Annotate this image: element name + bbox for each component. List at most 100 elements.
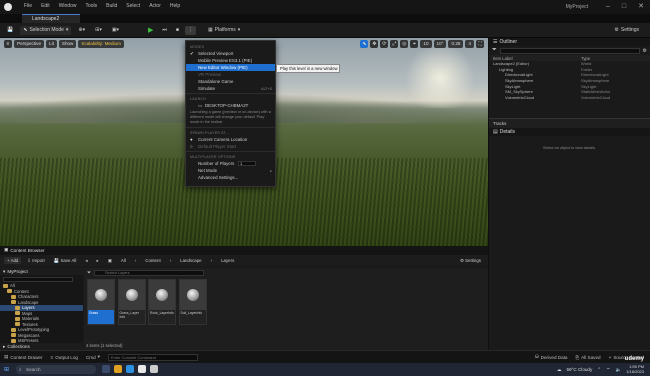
derived-data-button[interactable]: ⛁ Derived Data — [535, 354, 568, 360]
menu-actor[interactable]: Actor — [149, 3, 161, 9]
menu-tools[interactable]: Tools — [85, 3, 97, 9]
forward-icon[interactable]: ▸ — [94, 257, 102, 264]
translate-icon[interactable]: ✥ — [370, 40, 379, 48]
breadcrumb-landscape[interactable]: Landscape — [177, 257, 204, 264]
cb-settings-button[interactable]: ⚙ Settings — [457, 257, 484, 264]
menu-mobile-preview[interactable]: Mobile Preview ES3.1 (PIE) — [186, 57, 275, 64]
menu-selected-viewport[interactable]: ✔ Selected Viewport — [186, 50, 275, 57]
add-actor-button[interactable]: ⊕▾ — [75, 26, 88, 35]
camera-speed-value[interactable]: 4 — [465, 40, 474, 48]
save-icon[interactable]: 💾 — [4, 26, 16, 35]
settings-icon[interactable]: ⚙ — [643, 48, 647, 54]
cinematics-button[interactable]: ▣▾ — [109, 26, 122, 35]
viewport-menu-icon[interactable]: ≡ — [4, 40, 12, 48]
menu-edit[interactable]: Edit — [41, 3, 50, 9]
scalability-warning[interactable]: Scalability: Medium — [78, 40, 124, 48]
level-tab[interactable]: Landscape2 — [22, 14, 80, 23]
wifi-icon[interactable]: ⌔ — [606, 367, 610, 373]
menu-net-mode[interactable]: Net Mode ▸ — [186, 167, 275, 174]
unreal-taskbar-icon[interactable] — [150, 365, 158, 373]
outliner-search-input[interactable] — [499, 47, 640, 54]
weather-text[interactable]: 59°C Cloudy — [566, 367, 592, 372]
play-icon[interactable]: ▶ — [145, 26, 156, 35]
menu-window[interactable]: Window — [59, 3, 77, 9]
filter-icon[interactable]: ⏷ — [87, 270, 91, 276]
minimize-icon[interactable]: – — [606, 3, 610, 10]
menu-current-camera[interactable]: ● Current Camera Location — [186, 136, 275, 143]
asset-thumbnail — [179, 280, 206, 310]
back-icon[interactable]: ◂ — [82, 257, 90, 264]
sources-panel: ▾ MyProject All Content Characters Landscap… — [0, 268, 83, 343]
perspective-button[interactable]: Perspective — [14, 40, 45, 48]
collections-header[interactable]: ▸ Collections — [0, 343, 83, 350]
add-button[interactable]: + Add — [4, 257, 22, 264]
selection-mode-button[interactable]: ⬉ Selection Mode ▾ — [20, 26, 72, 35]
menu-default-player-start[interactable]: ○ Default Player Start — [186, 143, 275, 150]
type-column[interactable]: Type — [581, 56, 590, 61]
rotation-snap-value[interactable]: 10° — [433, 40, 447, 48]
close-icon[interactable]: ✕ — [638, 2, 644, 10]
import-button[interactable]: ⇩ Import — [24, 257, 47, 264]
menu-new-editor-window[interactable]: New Editor Window (PIE) — [186, 64, 275, 71]
clock[interactable]: 1:55 PM 1/16/2023 — [626, 364, 644, 374]
outliner-row[interactable]: VolumetricCloud VolumetricCloud — [489, 95, 650, 101]
task-view-icon[interactable] — [102, 365, 110, 373]
menu-simulate[interactable]: Simulate ALT+S — [186, 85, 275, 92]
asset-tile[interactable]: Grass_Layer Info — [117, 279, 146, 325]
content-browser-tab[interactable]: ▣ Content Browser — [4, 247, 45, 253]
menu-file[interactable]: File — [24, 3, 32, 9]
menu-build[interactable]: Build — [106, 3, 117, 9]
stop-icon[interactable]: ■ — [173, 26, 182, 35]
platforms-button[interactable]: ▦ Platforms ▾ — [205, 26, 243, 35]
cmd-dropdown[interactable]: Cmd ▾ — [86, 354, 100, 360]
console-command-input[interactable]: Enter Console Command — [107, 353, 198, 361]
scale-icon[interactable]: ⤢ — [390, 40, 399, 48]
file-explorer-icon[interactable] — [114, 365, 122, 373]
lit-button[interactable]: Lit — [46, 40, 57, 48]
menu-device[interactable]: ▭ DESKTOP-CHBMA2T — [186, 102, 275, 109]
edge-icon[interactable] — [126, 365, 134, 373]
number-of-players-input[interactable]: 1 — [238, 161, 256, 166]
tracks-panel[interactable]: Tracks — [489, 118, 650, 128]
menu-vr-preview[interactable]: VR Preview — [186, 71, 275, 78]
filter-icon[interactable]: ⏷ — [492, 47, 497, 54]
menu-help[interactable]: Help — [170, 3, 180, 9]
save-all-button[interactable]: 💾 Save All — [51, 257, 80, 264]
surface-snap-icon[interactable]: ⌖ — [410, 40, 419, 48]
show-button[interactable]: Show — [58, 40, 77, 48]
folder-icon — [11, 338, 16, 343]
asset-tile[interactable]: Rock_LayerInfo — [148, 279, 176, 325]
scale-snap-value[interactable]: 0.25 — [448, 40, 464, 48]
asset-tile[interactable]: Soil_LayerInfo — [178, 279, 207, 325]
maximize-icon[interactable]: □ — [622, 3, 626, 10]
rotate-icon[interactable]: ⟳ — [380, 40, 389, 48]
windows-start-icon[interactable]: ⊞ — [4, 366, 9, 373]
content-drawer-button[interactable]: ▤ Content Drawer — [4, 354, 43, 360]
item-label-column[interactable]: Item Label — [493, 56, 581, 61]
maximize-viewport-icon[interactable]: ⛶ — [476, 40, 484, 48]
select-mode-icon[interactable]: ⬉ — [360, 40, 369, 48]
taskbar-search-box[interactable]: ⌕ Search — [16, 365, 96, 374]
chevron-up-icon[interactable]: ⌃ — [597, 367, 601, 373]
asset-search-input[interactable]: Search Layers — [94, 269, 205, 276]
grid-snap-value[interactable]: 10 — [420, 40, 432, 48]
settings-button[interactable]: ⚙ Settings — [611, 26, 642, 35]
folder-search-input[interactable] — [3, 276, 73, 282]
breadcrumb-all[interactable]: All — [118, 257, 129, 264]
blueprint-button[interactable]: ⊞▾ — [92, 26, 105, 35]
chrome-icon[interactable] — [138, 365, 146, 373]
volume-icon[interactable]: 🔈 — [615, 367, 621, 373]
collapse-icon[interactable]: ▾ — [3, 269, 5, 275]
menu-advanced-settings[interactable]: Advanced Settings... — [186, 174, 275, 181]
play-options-button[interactable]: ⋮ — [184, 26, 196, 35]
breadcrumb-content[interactable]: Content — [142, 257, 163, 264]
menu-standalone-game[interactable]: Standalone Game — [186, 78, 275, 85]
breadcrumb-layers[interactable]: Layers — [218, 257, 237, 264]
world-local-icon[interactable]: ◎ — [400, 40, 409, 48]
all-saved-button[interactable]: ⎘ All Saved — [575, 355, 600, 360]
folder-nav-icon[interactable]: ▣ — [105, 257, 115, 264]
menu-select[interactable]: Select — [126, 3, 140, 9]
output-log-button[interactable]: ≡ Output Log — [51, 355, 78, 360]
asset-tile[interactable]: Grass — [87, 279, 115, 325]
skip-forward-icon[interactable]: ⏭ — [159, 26, 170, 35]
